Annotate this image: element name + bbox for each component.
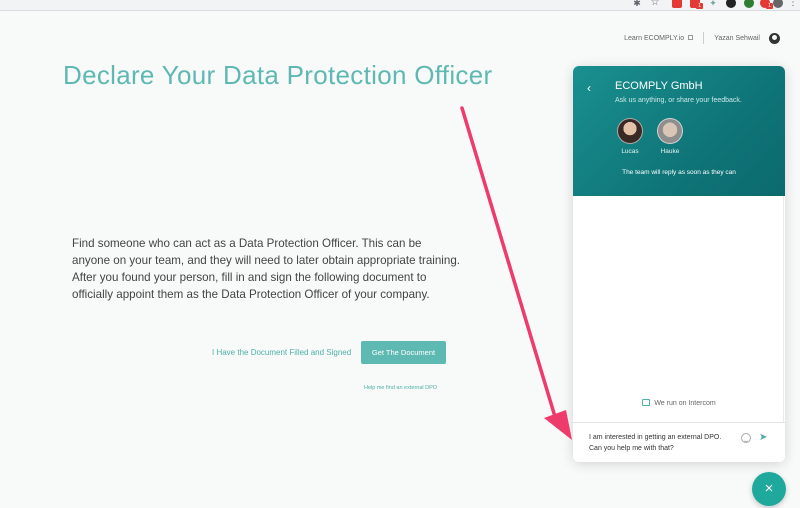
member-name: Hauke bbox=[660, 148, 680, 155]
intercom-logo-icon bbox=[642, 399, 651, 406]
messenger-header: ‹ ECOMPLY GmbH Ask us anything, or share… bbox=[573, 66, 785, 196]
powered-by-intercom[interactable]: We run on Intercom bbox=[573, 399, 785, 407]
extension-d-icon[interactable] bbox=[726, 0, 736, 8]
conversation-area[interactable]: We run on Intercom bbox=[573, 196, 785, 426]
browser-menu-icon[interactable]: ⋮ bbox=[788, 0, 798, 8]
send-icon[interactable]: ➤ bbox=[759, 432, 767, 443]
arrow-shaft bbox=[460, 106, 558, 422]
star-icon[interactable]: ☆ bbox=[650, 0, 660, 8]
extension-b-icon[interactable]: 1 bbox=[690, 0, 703, 9]
messenger-close-button[interactable]: × bbox=[752, 472, 786, 506]
user-name[interactable]: Yazan Sehwail bbox=[714, 35, 760, 42]
extension-badge: 1 bbox=[696, 3, 703, 9]
browser-toolbar: ✱ ☆ 1 ✦ 1 ⋮ bbox=[0, 0, 800, 11]
extension-f-icon[interactable]: 1 bbox=[760, 0, 773, 9]
team-member-hauke: Hauke bbox=[650, 118, 690, 155]
find-external-dpo-link[interactable]: Help me find an external DPO bbox=[364, 385, 437, 391]
puzzle-icon[interactable]: ✱ bbox=[632, 0, 642, 8]
profile-avatar-icon[interactable] bbox=[773, 0, 783, 8]
avatar bbox=[617, 118, 643, 144]
learn-link-label: Learn ECOMPLY.io bbox=[624, 34, 685, 42]
extension-c-icon[interactable]: ✦ bbox=[708, 0, 718, 8]
document-filled-link[interactable]: I Have the Document Filled and Signed bbox=[212, 348, 351, 357]
external-link-icon bbox=[688, 34, 694, 40]
instructions-text: Find someone who can act as a Data Prote… bbox=[72, 237, 460, 301]
extension-badge: 1 bbox=[766, 3, 773, 9]
nav-divider bbox=[703, 32, 705, 44]
reply-time-note: The team will reply as soon as they can bbox=[622, 169, 736, 176]
back-arrow-icon[interactable]: ‹ bbox=[587, 81, 591, 95]
top-nav: Learn ECOMPLY.io Yazan Sehwail bbox=[624, 32, 780, 44]
learn-ecomply-link[interactable]: Learn ECOMPLY.io bbox=[624, 34, 694, 42]
scrollbar-track[interactable] bbox=[783, 196, 784, 426]
avatar bbox=[657, 118, 683, 144]
extension-e-icon[interactable] bbox=[744, 0, 754, 8]
page-title: Declare Your Data Protection Officer bbox=[63, 60, 493, 90]
intercom-messenger: ‹ ECOMPLY GmbH Ask us anything, or share… bbox=[573, 66, 785, 462]
arrow-head bbox=[544, 410, 572, 440]
extension-a-icon[interactable] bbox=[672, 0, 682, 8]
account-icon[interactable] bbox=[769, 32, 780, 44]
message-input[interactable]: I am interested in getting an external D… bbox=[589, 432, 729, 454]
message-composer[interactable]: I am interested in getting an external D… bbox=[573, 422, 785, 462]
get-document-button[interactable]: Get The Document bbox=[361, 341, 446, 364]
member-name: Lucas bbox=[621, 148, 639, 155]
company-name: ECOMPLY GmbH bbox=[615, 80, 703, 92]
powered-by-label: We run on Intercom bbox=[654, 400, 716, 407]
messenger-tagline: Ask us anything, or share your feedback. bbox=[615, 97, 742, 104]
team-member-lucas: Lucas bbox=[610, 118, 650, 155]
emoji-icon[interactable] bbox=[741, 433, 751, 443]
